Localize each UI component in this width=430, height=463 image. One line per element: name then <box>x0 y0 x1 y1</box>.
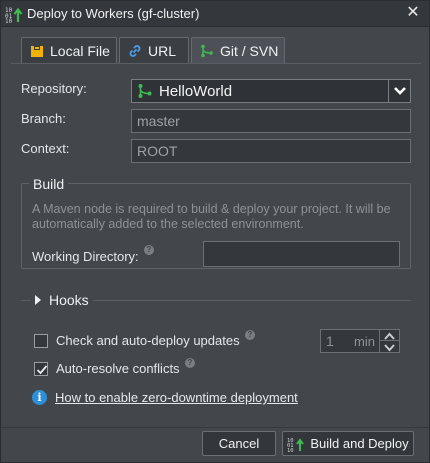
footer-divider <box>1 427 429 428</box>
working-directory-field[interactable] <box>203 241 400 267</box>
hooks-label: Hooks <box>49 292 89 308</box>
decrement-button[interactable] <box>380 341 399 352</box>
help-icon[interactable]: ? <box>245 330 255 340</box>
stepper-buttons <box>379 330 399 352</box>
increment-button[interactable] <box>380 330 399 341</box>
interval-stepper[interactable]: 1 min <box>320 329 400 353</box>
auto-deploy-label: Check and auto-deploy updates <box>56 333 240 348</box>
cancel-button[interactable]: Cancel <box>202 431 276 456</box>
close-icon[interactable]: ✕ <box>405 5 421 21</box>
deploy-arrow-icon: 10 01 10 <box>5 7 23 23</box>
context-label: Context: <box>21 141 70 156</box>
auto-resolve-checkbox[interactable] <box>34 362 48 376</box>
help-icon[interactable]: ? <box>144 245 154 255</box>
interval-unit: min <box>354 334 375 349</box>
repository-select[interactable]: HelloWorld <box>131 79 411 103</box>
help-icon[interactable]: ? <box>185 358 195 368</box>
build-legend: Build <box>29 176 69 192</box>
link-icon <box>129 45 141 57</box>
context-field[interactable] <box>131 139 411 163</box>
auto-deploy-checkbox[interactable] <box>34 334 48 348</box>
tab-label: Git / SVN <box>220 43 279 59</box>
git-icon <box>201 44 213 58</box>
tab-label: URL <box>148 43 177 59</box>
deploy-dialog: 10 01 10 Deploy to Workers (gf-cluster) … <box>0 0 430 463</box>
chevron-down-icon[interactable] <box>388 80 410 102</box>
repository-label: Repository: <box>21 81 87 96</box>
chevron-right-icon <box>35 295 41 305</box>
dialog-title: Deploy to Workers (gf-cluster) <box>27 6 200 21</box>
svg-text:10: 10 <box>5 18 13 23</box>
working-directory-label-text: Working Directory: <box>32 249 139 264</box>
info-icon: i <box>32 390 47 405</box>
auto-resolve-label: Auto-resolve conflicts <box>56 361 180 376</box>
tab-local-file[interactable]: Local File <box>21 37 117 64</box>
working-directory-label: Working Directory: <box>32 249 139 264</box>
svg-text:10: 10 <box>287 448 294 452</box>
zero-downtime-link[interactable]: How to enable zero-downtime deployment <box>55 390 298 405</box>
build-deploy-button[interactable]: 10 01 10 Build and Deploy <box>282 431 414 456</box>
branch-label: Branch: <box>21 111 66 126</box>
checkmark-icon <box>36 365 48 375</box>
build-info-text: A Maven node is required to build & depl… <box>32 202 391 231</box>
tab-git-svn[interactable]: Git / SVN <box>191 37 285 64</box>
git-icon <box>138 84 152 98</box>
branch-field[interactable] <box>131 109 411 133</box>
cancel-label: Cancel <box>218 436 260 451</box>
interval-value: 1 <box>326 333 334 349</box>
folder-icon <box>31 46 43 57</box>
title-bar[interactable]: 10 01 10 Deploy to Workers (gf-cluster) … <box>1 1 429 27</box>
hooks-toggle[interactable]: Hooks <box>31 292 93 308</box>
build-deploy-label: Build and Deploy <box>310 436 409 451</box>
tab-label: Local File <box>50 43 110 59</box>
tab-url[interactable]: URL <box>119 37 189 64</box>
deploy-arrow-icon: 10 01 10 <box>287 438 305 452</box>
repository-value: HelloWorld <box>159 82 233 100</box>
